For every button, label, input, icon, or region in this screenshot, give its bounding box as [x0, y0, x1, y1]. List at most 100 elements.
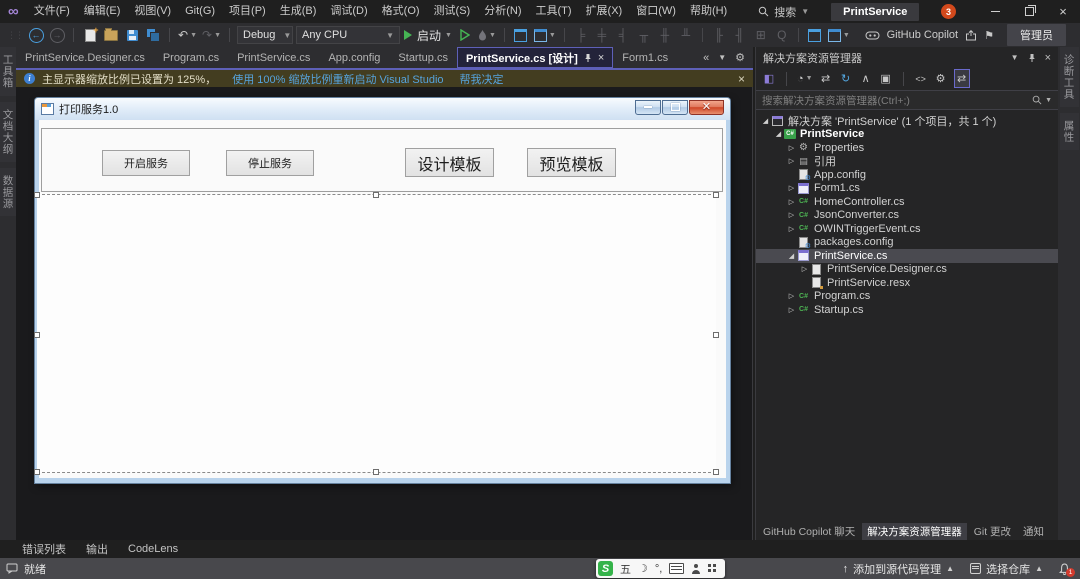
form-client-area[interactable]: 开启服务停止服务设计模板预览模板	[39, 120, 726, 478]
select-repository-button[interactable]: 选择仓库 ▲	[970, 561, 1043, 577]
feedback-icon[interactable]	[6, 563, 18, 574]
bring-to-front-icon[interactable]	[806, 26, 824, 44]
expander-icon[interactable]	[786, 157, 797, 165]
designed-form[interactable]: 打印服务1.0 ✕ 开启服务停止服务设计模板预览模板	[35, 98, 730, 483]
restore-button[interactable]	[1012, 0, 1046, 23]
tree-item[interactable]: 解决方案 'PrintService' (1 个项目，共 1 个)	[756, 114, 1058, 128]
restart-with-100-link[interactable]: 使用 100% 缩放比例重新启动 Visual Studio	[232, 71, 443, 87]
ime-profile-icon[interactable]	[691, 564, 701, 574]
expander-icon[interactable]	[786, 252, 797, 260]
expander-icon[interactable]	[760, 117, 771, 125]
resize-handle[interactable]	[713, 332, 719, 338]
tree-item[interactable]: packages.config	[756, 236, 1058, 250]
infobar-close-icon[interactable]: ×	[738, 72, 745, 86]
scroll-tabs-icon[interactable]: «	[703, 52, 709, 64]
tab-settings-gear-icon[interactable]: ⚙	[735, 51, 745, 64]
document-tab[interactable]: PrintService.cs [设计] ×	[457, 47, 613, 68]
menu-item[interactable]: 文件(F)	[27, 0, 77, 23]
ime-punctuation-toggle[interactable]: °,	[655, 563, 662, 575]
expander-icon[interactable]	[786, 292, 797, 300]
switch-views-icon[interactable]: ◧	[762, 70, 776, 87]
menu-item[interactable]: 视图(V)	[127, 0, 178, 23]
expander-icon[interactable]	[786, 306, 797, 314]
tree-item[interactable]: Startup.cs	[756, 303, 1058, 317]
save-icon[interactable]	[123, 26, 141, 44]
navigate-back-icon[interactable]: ←	[27, 26, 45, 44]
document-tab[interactable]: PrintService.Designer.cs ×	[16, 47, 154, 68]
solution-search-input[interactable]: 搜索解决方案资源管理器(Ctrl+;) ▼	[756, 90, 1058, 110]
sync-with-active-document-icon[interactable]: ⇄	[954, 69, 970, 88]
new-project-icon[interactable]	[81, 26, 99, 44]
tool-window-tab[interactable]: 诊断工具	[1060, 47, 1079, 107]
resize-handle[interactable]	[373, 192, 379, 198]
menu-item[interactable]: 分析(N)	[477, 0, 528, 23]
tree-item[interactable]: JsonConverter.cs	[756, 209, 1058, 223]
start-debugging-button[interactable]: 启动▼	[403, 26, 453, 44]
ime-fullhalf-moon-icon[interactable]: ☽	[638, 562, 648, 575]
close-tab-icon[interactable]: ×	[598, 52, 604, 64]
menu-item[interactable]: 格式(O)	[375, 0, 427, 23]
tool-window-tab[interactable]: Git 更改	[969, 523, 1016, 540]
view-code-icon[interactable]: <>	[914, 70, 928, 87]
resize-handle[interactable]	[713, 192, 719, 198]
tree-item[interactable]: 引用	[756, 155, 1058, 169]
expander-icon[interactable]	[786, 211, 797, 219]
form-button[interactable]: 预览模板	[527, 148, 616, 177]
notification-badge[interactable]: 3	[941, 4, 956, 19]
search-box[interactable]: 搜索 ▼	[758, 4, 809, 20]
tool-window-tab[interactable]: 通知	[1018, 523, 1049, 540]
ime-logo-icon[interactable]: S	[598, 561, 613, 576]
panel-tab[interactable]: 输出	[78, 539, 116, 559]
pending-changes-filter-icon[interactable]: ◔▼	[797, 70, 813, 87]
menu-item[interactable]: 调试(D)	[323, 0, 374, 23]
document-tab[interactable]: Form1.cs ×	[613, 47, 677, 68]
tool-window-tab[interactable]: 文档大纲	[0, 102, 18, 162]
expander-icon[interactable]	[786, 144, 797, 152]
sync-icon[interactable]: ⇄	[819, 70, 833, 87]
hot-reload-icon[interactable]: ▼	[477, 26, 497, 44]
properties-wrench-icon[interactable]: ⚙	[934, 70, 948, 87]
document-tab[interactable]: PrintService.cs ×	[228, 47, 319, 68]
resize-handle[interactable]	[34, 192, 40, 198]
form-button[interactable]: 设计模板	[405, 148, 494, 177]
feedback-flag-icon[interactable]: ⚑	[984, 29, 994, 42]
document-tab[interactable]: App.config ×	[319, 47, 389, 68]
window-position-chevron-icon[interactable]: ▼	[1011, 53, 1019, 62]
expander-icon[interactable]	[786, 198, 797, 206]
share-icon[interactable]	[965, 30, 977, 41]
open-file-icon[interactable]	[102, 26, 120, 44]
help-me-decide-link[interactable]: 帮我决定	[460, 71, 504, 87]
tab-list-chevron-icon[interactable]: ▼	[718, 53, 726, 62]
minimize-button[interactable]	[978, 0, 1012, 23]
menu-item[interactable]: 扩展(X)	[579, 0, 630, 23]
expander-icon[interactable]	[799, 265, 810, 273]
resize-handle[interactable]	[713, 469, 719, 475]
menu-item[interactable]: 帮助(H)	[683, 0, 734, 23]
pin-icon[interactable]	[584, 53, 592, 63]
tree-item[interactable]: Program.cs	[756, 290, 1058, 304]
copilot-icon[interactable]	[865, 29, 880, 41]
notifications-bell-button[interactable]: 1	[1059, 563, 1070, 575]
forms-designer-canvas[interactable]: 打印服务1.0 ✕ 开启服务停止服务设计模板预览模板	[16, 87, 753, 540]
document-tab[interactable]: Program.cs ×	[154, 47, 228, 68]
resize-handle[interactable]	[373, 469, 379, 475]
menu-item[interactable]: 生成(B)	[273, 0, 324, 23]
tool-window-tab[interactable]: 解决方案资源管理器	[862, 523, 967, 540]
solution-platforms-dropdown[interactable]: Any CPU▼	[296, 26, 400, 44]
tree-item[interactable]: PrintService.Designer.cs	[756, 263, 1058, 277]
solution-configurations-dropdown[interactable]: Debug▼	[237, 26, 293, 44]
tool-window-tab[interactable]: 数据源	[0, 168, 18, 217]
menu-item[interactable]: 项目(P)	[222, 0, 273, 23]
ime-keyboard-icon[interactable]	[669, 563, 684, 574]
collapse-all-icon[interactable]: ∧	[859, 70, 873, 87]
redo-icon[interactable]: ↷▼	[201, 26, 222, 44]
tool-window-tab[interactable]: GitHub Copilot 聊天	[758, 523, 860, 540]
search-options-chevron-icon[interactable]: ▼	[1045, 97, 1052, 104]
tree-item[interactable]: HomeController.cs	[756, 195, 1058, 209]
tree-item[interactable]: OWINTriggerEvent.cs	[756, 222, 1058, 236]
find-in-files-icon[interactable]	[512, 26, 530, 44]
form-button[interactable]: 停止服务	[226, 150, 314, 176]
panel-tab[interactable]: CodeLens	[120, 541, 186, 557]
ime-mode-toggle[interactable]: 五	[620, 561, 631, 577]
add-to-source-control-button[interactable]: ↑ 添加到源代码管理 ▲	[843, 561, 954, 577]
